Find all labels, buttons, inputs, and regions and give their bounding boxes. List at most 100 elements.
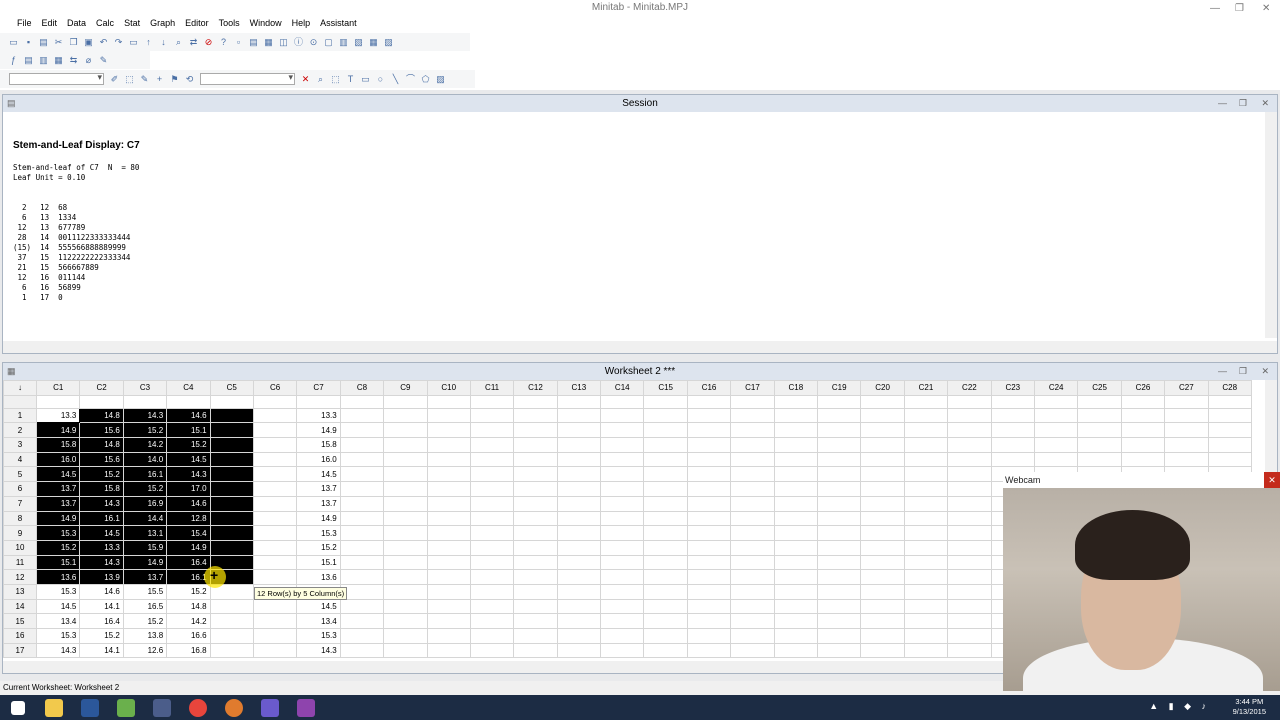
tile-icon[interactable]: ▦ (368, 37, 379, 48)
cell[interactable] (252, 525, 298, 541)
cell[interactable] (860, 422, 905, 439)
cell[interactable] (643, 451, 688, 468)
cell[interactable] (817, 510, 862, 527)
worksheet-close-button[interactable]: ✕ (1261, 363, 1269, 380)
cell[interactable] (426, 569, 471, 585)
cell[interactable] (209, 525, 254, 541)
cell[interactable] (817, 466, 862, 483)
cell[interactable] (339, 437, 385, 453)
print-icon[interactable]: ▤ (38, 37, 49, 48)
cell[interactable]: 13.3 (35, 407, 81, 424)
insert-columns-icon[interactable]: ▦ (53, 55, 64, 66)
column-header-c8[interactable]: C8 (339, 380, 385, 396)
cell[interactable] (730, 525, 775, 541)
cell[interactable] (860, 437, 905, 453)
cell[interactable] (947, 437, 992, 453)
cell[interactable] (556, 481, 602, 497)
column-header-c20[interactable]: C20 (860, 380, 905, 396)
row-header[interactable]: 15 (3, 613, 37, 629)
cell[interactable] (947, 569, 992, 585)
column-header-c26[interactable]: C26 (1120, 380, 1166, 396)
row-header[interactable]: 10 (3, 539, 37, 556)
down-arrow-icon[interactable]: ↓ (158, 37, 169, 48)
cell[interactable]: 14.6 (79, 583, 124, 600)
cell[interactable] (469, 525, 515, 541)
cell[interactable] (643, 642, 688, 659)
cell[interactable] (426, 598, 471, 615)
cell[interactable] (686, 642, 732, 659)
cell[interactable] (1077, 407, 1122, 424)
cell[interactable]: 13.3 (296, 407, 341, 424)
cell[interactable] (643, 466, 688, 483)
cell[interactable] (903, 451, 949, 468)
cell[interactable] (469, 510, 515, 527)
menu-stat[interactable]: Stat (119, 16, 145, 31)
cell[interactable] (686, 539, 732, 556)
cell[interactable] (469, 613, 515, 629)
cell[interactable]: 13.8 (122, 628, 168, 644)
cell[interactable]: 15.9 (122, 539, 168, 556)
cell[interactable] (600, 422, 645, 439)
cell[interactable] (817, 583, 862, 600)
cell[interactable]: 15.2 (166, 583, 211, 600)
info-icon[interactable]: ⓘ (293, 37, 304, 48)
line-icon[interactable]: ╲ (390, 74, 401, 85)
cell[interactable] (773, 539, 819, 556)
cell[interactable] (469, 437, 515, 453)
cell[interactable] (209, 510, 254, 527)
cell[interactable]: 14.9 (296, 510, 341, 527)
row-header[interactable]: 5 (3, 466, 37, 483)
cell[interactable] (903, 481, 949, 497)
function-icon[interactable]: ƒ (8, 55, 19, 66)
cell[interactable]: 13.6 (296, 569, 341, 585)
cell[interactable]: 13.7 (122, 569, 168, 585)
cell[interactable] (686, 525, 732, 541)
cell[interactable]: 14.6 (166, 407, 211, 424)
cell[interactable] (556, 510, 602, 527)
cell[interactable] (903, 437, 949, 453)
worksheet-minimize-button[interactable]: — (1218, 363, 1227, 380)
font-select[interactable] (200, 72, 295, 85)
cell[interactable] (383, 525, 428, 541)
cell[interactable] (600, 466, 645, 483)
cell[interactable] (383, 554, 428, 571)
cell[interactable] (339, 554, 385, 571)
cell[interactable] (686, 569, 732, 585)
cell[interactable] (730, 539, 775, 556)
cell[interactable] (252, 437, 298, 453)
cell[interactable] (773, 598, 819, 615)
cell[interactable]: 14.5 (296, 466, 341, 483)
recorder-icon[interactable] (252, 695, 288, 720)
column-header-c25[interactable]: C25 (1077, 380, 1122, 396)
flag-icon[interactable]: ⚑ (169, 74, 180, 85)
cell[interactable] (383, 481, 428, 497)
cell[interactable] (252, 569, 298, 585)
cell[interactable]: 15.1 (296, 554, 341, 571)
cell[interactable] (730, 451, 775, 468)
cell[interactable]: 15.6 (79, 451, 124, 468)
clock[interactable]: 3:44 PM 9/13/2015 (1233, 697, 1266, 717)
cell[interactable] (947, 539, 992, 556)
cell[interactable] (426, 437, 471, 453)
cell[interactable] (383, 510, 428, 527)
cell[interactable] (513, 642, 558, 659)
cell[interactable] (860, 481, 905, 497)
session-maximize-button[interactable]: ❐ (1239, 95, 1247, 112)
row-header[interactable]: 12 (3, 569, 37, 585)
cell[interactable]: 14.8 (79, 437, 124, 453)
cell[interactable] (209, 437, 254, 453)
cell[interactable] (513, 495, 558, 512)
cell[interactable] (903, 628, 949, 644)
cell[interactable] (686, 554, 732, 571)
cell[interactable] (600, 583, 645, 600)
cell[interactable] (426, 613, 471, 629)
cell[interactable] (469, 569, 515, 585)
cell[interactable] (252, 466, 298, 483)
column-name-cell[interactable] (296, 394, 341, 409)
cell[interactable]: 16.6 (166, 628, 211, 644)
cell[interactable] (860, 495, 905, 512)
cell[interactable] (600, 495, 645, 512)
cell[interactable] (209, 628, 254, 644)
pointer-icon[interactable]: ⬚ (330, 74, 341, 85)
column-header-c9[interactable]: C9 (383, 380, 428, 396)
